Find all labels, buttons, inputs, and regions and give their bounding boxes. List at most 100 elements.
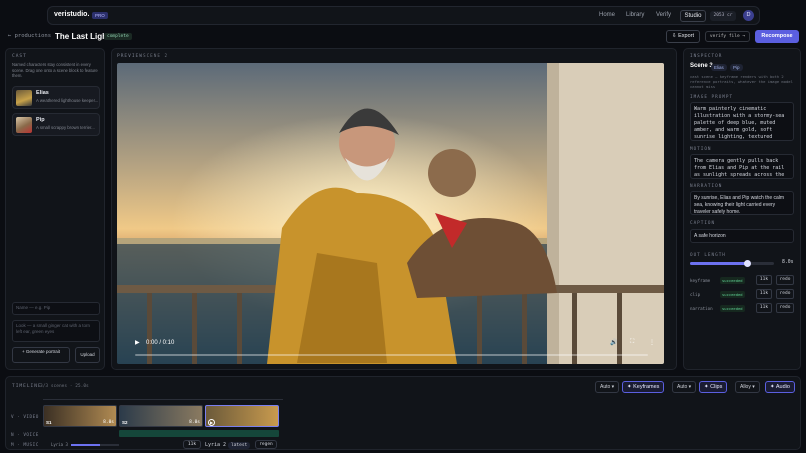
image-prompt-label: IMAGE PROMPT xyxy=(690,95,734,100)
clip-duration: 8.0s xyxy=(103,420,114,425)
character-name-input[interactable]: Name — e.g. Pip xyxy=(12,302,100,315)
output-row-keyframe: keyframe succeeded 11k redo xyxy=(690,275,794,287)
output-size-button[interactable]: 11k xyxy=(756,275,772,285)
fullscreen-icon[interactable]: ⛶ xyxy=(630,339,634,346)
verify-file-button[interactable]: verify file → xyxy=(705,31,750,42)
cast-name: Pip xyxy=(36,117,45,123)
track-label-video: V · VIDEO xyxy=(11,415,39,420)
length-value: 8.0s xyxy=(782,260,794,265)
app-logo[interactable]: veristudio. xyxy=(54,11,89,18)
button-label: Keyframes xyxy=(633,384,660,390)
more-options-icon[interactable]: ⋮ xyxy=(649,339,655,346)
voice-track-bar[interactable] xyxy=(119,430,279,437)
nav-home[interactable]: Home xyxy=(599,12,615,18)
voice-select[interactable]: Alloy ▾ xyxy=(735,381,760,393)
clip-label: S2 xyxy=(122,420,128,425)
scene-image xyxy=(117,63,664,364)
output-row-clip: clip succeeded 11k redo xyxy=(690,289,794,301)
cast-panel: CAST Named characters stay consistent in… xyxy=(5,48,105,370)
output-row-narration: narration succeeded 11k redo xyxy=(690,303,794,315)
music-size-button[interactable]: 11k xyxy=(183,440,201,449)
length-slider[interactable] xyxy=(690,260,774,267)
preview-heading: PREVIEW xyxy=(117,54,143,59)
clip-duration: 8.0s xyxy=(189,420,200,425)
keyframes-button[interactable]: ✦ Keyframes xyxy=(622,381,665,393)
button-label: Clips xyxy=(710,384,723,390)
clip-mode-select[interactable]: Auto ▾ xyxy=(672,381,697,393)
preview-panel: PREVIEW SCENE 2 ▶ 0:00 / 0:10 🔊 ⛶ ⋮ xyxy=(111,48,677,370)
export-button[interactable]: ⇩ Export xyxy=(666,30,700,43)
length-slider-fill xyxy=(690,262,747,265)
generate-portrait-button[interactable]: + Generate portrait xyxy=(12,347,70,363)
avatar[interactable]: D xyxy=(743,10,754,21)
inspector-heading: INSPECTOR xyxy=(690,54,723,59)
cast-name: Elias xyxy=(36,90,49,96)
output-size-button[interactable]: 11k xyxy=(756,289,772,299)
select-value: Alloy xyxy=(740,384,751,390)
music-volume-slider[interactable] xyxy=(71,444,119,446)
narration-textarea[interactable]: By sunrise, Elias and Pip watch the calm… xyxy=(690,191,794,215)
inspector-scene-title: Scene 3 xyxy=(690,63,713,69)
cast-desc: A small scrappy brown terrier... xyxy=(36,125,95,130)
status-badge: succeeded xyxy=(720,305,745,312)
redo-button[interactable]: redo xyxy=(776,275,794,285)
nav-library[interactable]: Library xyxy=(626,12,644,18)
redo-button[interactable]: redo xyxy=(776,289,794,299)
elias-portrait xyxy=(16,90,32,106)
play-icon[interactable]: ▶ xyxy=(208,419,215,426)
button-label: Audio xyxy=(775,384,790,390)
timeline-meta: 3/3 scenes · 25.0s xyxy=(40,384,89,389)
cast-heading: CAST xyxy=(12,54,27,59)
output-size-button[interactable]: 11k xyxy=(756,303,772,313)
video-progress[interactable] xyxy=(135,354,648,356)
caption-label: CAPTION xyxy=(690,221,716,226)
redo-button[interactable]: redo xyxy=(776,303,794,313)
character-look-input[interactable]: Look — a small ginger cat with a torn le… xyxy=(12,320,100,342)
video-time: 0:00 / 0:10 xyxy=(146,340,175,346)
music-volume-fill xyxy=(71,444,100,446)
outputs-label: OUT LENGTH xyxy=(690,253,726,258)
regen-button[interactable]: regen xyxy=(255,440,277,449)
select-value: Auto xyxy=(677,384,688,390)
status-badge: succeeded xyxy=(720,277,745,284)
image-prompt-textarea[interactable]: Warm painterly cinematic illustration wi… xyxy=(690,102,794,141)
play-icon[interactable]: ▶ xyxy=(135,339,140,346)
keyframe-mode-select[interactable]: Auto ▾ xyxy=(595,381,620,393)
credits-badge: 2053 cr xyxy=(710,11,736,21)
scene-tag-pip: Pip xyxy=(730,64,743,71)
nav-verify[interactable]: Verify xyxy=(656,12,671,18)
latest-badge: latest xyxy=(228,442,251,449)
timeline-panel: TIMELINE 3/3 scenes · 25.0s Auto ▾ ✦ Key… xyxy=(5,376,801,450)
scene-clip-2[interactable]: S2 8.0s xyxy=(119,405,203,427)
pro-badge: PRO xyxy=(92,12,108,19)
scene-clip-3[interactable]: ▶ xyxy=(205,405,279,427)
video-player[interactable]: ▶ 0:00 / 0:10 🔊 ⛶ ⋮ xyxy=(117,63,664,364)
music-title: Lyria 2 xyxy=(205,442,227,448)
recompose-button[interactable]: Recompose xyxy=(755,30,799,43)
upload-button[interactable]: Upload xyxy=(75,347,100,363)
scene-clip-1[interactable]: S1 8.0s xyxy=(43,405,117,427)
nav-studio[interactable]: Studio xyxy=(680,10,706,22)
preview-scene-label: SCENE 2 xyxy=(143,54,169,59)
music-track-label: Lyria 3 xyxy=(51,442,68,447)
scene-tag-elias: Elias xyxy=(711,64,727,71)
output-name: keyframe xyxy=(690,278,711,283)
select-value: Auto xyxy=(600,384,611,390)
output-name: clip xyxy=(690,292,701,297)
caption-input[interactable]: A safe horizon xyxy=(690,229,794,243)
inspector-note: cast scene — keyframe renders with both … xyxy=(690,74,793,89)
motion-label: MOTION xyxy=(690,147,712,152)
clips-button[interactable]: ✦ Clips xyxy=(699,381,728,393)
back-to-productions-link[interactable]: ← productions xyxy=(8,33,51,39)
volume-icon[interactable]: 🔊 xyxy=(610,339,617,346)
track-label-voice: N · VOICE xyxy=(11,433,39,438)
length-slider-handle[interactable] xyxy=(744,260,751,267)
audio-button[interactable]: ✦ Audio xyxy=(765,381,795,393)
cast-item-pip[interactable]: Pip A small scrappy brown terrier... xyxy=(12,113,100,136)
clip-label: S1 xyxy=(46,420,52,425)
inspector-panel: INSPECTOR Scene 3 Elias Pip cast scene —… xyxy=(683,48,801,370)
cast-item-elias[interactable]: Elias A weathered lighthouse keeper... xyxy=(12,86,100,109)
timeline-heading: TIMELINE xyxy=(12,384,42,389)
narration-label: NARRATION xyxy=(690,184,723,189)
motion-textarea[interactable]: The camera gently pulls back from Elias … xyxy=(690,154,794,179)
